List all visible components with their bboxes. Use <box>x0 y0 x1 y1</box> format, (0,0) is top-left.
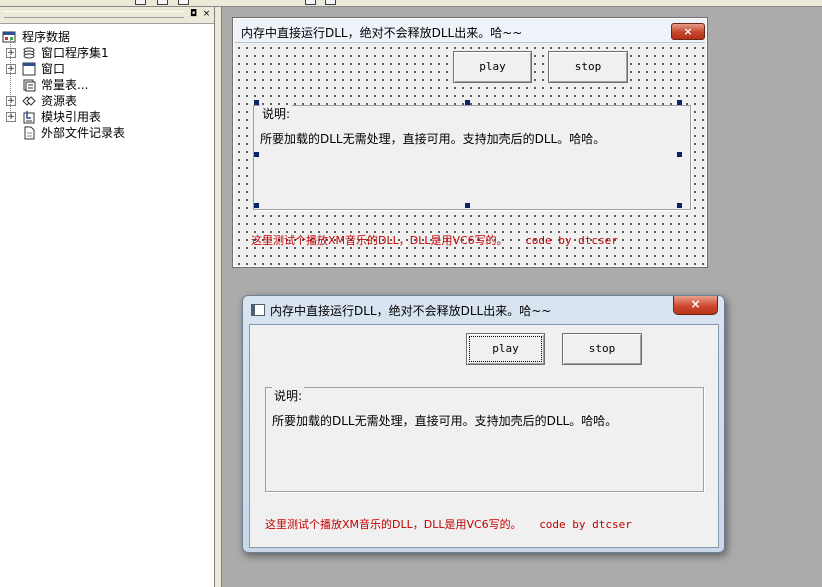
selection-handle[interactable] <box>254 152 259 157</box>
close-icon[interactable]: × <box>673 296 718 315</box>
tree-root-label: 程序数据 <box>22 30 71 44</box>
panel-header: ◘ × <box>0 7 214 24</box>
selection-handle[interactable] <box>465 203 470 208</box>
stop-button[interactable]: stop <box>548 51 628 83</box>
pin-icon[interactable]: ◘ <box>188 9 199 20</box>
description-group[interactable]: 说明: 所要加载的DLL无需处理，直接可用。支持加壳后的DLL。哈哈。 <box>253 105 691 210</box>
tree-item-external-files[interactable]: 外部文件记录表 <box>0 125 212 141</box>
resources-icon <box>22 96 36 106</box>
toolbar-button[interactable] <box>157 0 168 5</box>
tree-item-label: 资源表 <box>41 94 78 108</box>
selection-handle[interactable] <box>254 100 259 105</box>
selection-handle[interactable] <box>677 203 682 208</box>
credit-text: code by dtcser <box>525 234 618 247</box>
tree-item-label: 模块引用表 <box>41 110 102 124</box>
description-text: 所要加载的DLL无需处理，直接可用。支持加壳后的DLL。哈哈。 <box>272 414 618 428</box>
program-data-icon <box>2 31 16 43</box>
play-button[interactable]: play <box>466 333 545 365</box>
app-title: 内存中直接运行DLL，绝对不会释放DLL出来。哈~~ <box>270 304 552 318</box>
tree-item-assembly[interactable]: + 窗口程序集1 <box>0 45 212 61</box>
tree-connector-line <box>10 37 12 117</box>
panel-grip[interactable] <box>4 11 184 18</box>
note-text: 这里测试个播放XM音乐的DLL，DLL是用VC6写的。 <box>251 234 508 247</box>
tree-item-window[interactable]: + 窗口 <box>0 61 212 77</box>
design-close-icon: × <box>671 23 705 40</box>
tree-item-resources[interactable]: + 资源表 <box>0 93 212 109</box>
description-group: 说明: 所要加载的DLL无需处理，直接可用。支持加壳后的DLL。哈哈。 <box>265 387 704 492</box>
group-label: 说明: <box>272 387 305 404</box>
app-icon <box>251 304 265 316</box>
description-text: 所要加载的DLL无需处理，直接可用。支持加壳后的DLL。哈哈。 <box>260 132 606 146</box>
tree-root[interactable]: 程序数据 <box>0 29 212 45</box>
play-button[interactable]: play <box>453 51 532 83</box>
selection-handle[interactable] <box>677 152 682 157</box>
module-icon <box>23 111 35 124</box>
project-tree: 程序数据 + 窗口程序集1 + 窗口 常量表... + 资源表 + 模块引用表 … <box>0 29 212 141</box>
toolbar-strip <box>0 0 822 7</box>
toolbar-button[interactable] <box>305 0 316 5</box>
design-form-titlebar: 内存中直接运行DLL，绝对不会释放DLL出来。哈~~ × <box>235 20 705 43</box>
note-line: 这里测试个播放XM音乐的DLL，DLL是用VC6写的。 code by dtcs… <box>265 516 632 532</box>
toolbar-button[interactable] <box>178 0 189 5</box>
group-label: 说明: <box>260 105 293 122</box>
tree-item-modules[interactable]: + 模块引用表 <box>0 109 212 125</box>
tree-item-label: 窗口程序集1 <box>41 46 109 60</box>
app-titlebar[interactable]: 内存中直接运行DLL，绝对不会释放DLL出来。哈~~ × <box>243 296 724 322</box>
panel-splitter[interactable] <box>215 7 222 587</box>
note-text: 这里测试个播放XM音乐的DLL，DLL是用VC6写的。 <box>265 518 522 531</box>
credit-text: code by dtcser <box>539 518 632 531</box>
window-icon <box>22 62 36 76</box>
app-client-area: play stop 说明: 所要加载的DLL无需处理，直接可用。支持加壳后的DL… <box>249 324 719 548</box>
file-icon <box>24 126 35 140</box>
tree-item-label: 常量表... <box>41 78 89 92</box>
constants-icon <box>23 79 36 92</box>
project-tree-panel: ◘ × 程序数据 + 窗口程序集1 + 窗口 常量表... + 资源表 + 模块… <box>0 7 215 587</box>
assembly-icon <box>23 47 35 59</box>
tree-item-label: 窗口 <box>41 62 66 76</box>
selection-handle[interactable] <box>465 100 470 105</box>
note-line: 这里测试个播放XM音乐的DLL，DLL是用VC6写的。 code by dtcs… <box>251 232 618 248</box>
app-window: 内存中直接运行DLL，绝对不会释放DLL出来。哈~~ × play stop 说… <box>242 295 725 553</box>
design-form[interactable]: 内存中直接运行DLL，绝对不会释放DLL出来。哈~~ × play stop 说… <box>232 17 708 268</box>
design-form-title: 内存中直接运行DLL，绝对不会释放DLL出来。哈~~ <box>241 26 523 40</box>
toolbar-button[interactable] <box>135 0 146 5</box>
stop-button[interactable]: stop <box>562 333 642 365</box>
panel-close-icon[interactable]: × <box>201 9 212 20</box>
tree-item-label: 外部文件记录表 <box>41 126 126 140</box>
selection-handle[interactable] <box>677 100 682 105</box>
selection-handle[interactable] <box>254 203 259 208</box>
tree-item-constants[interactable]: 常量表... <box>0 77 212 93</box>
toolbar-button[interactable] <box>325 0 336 5</box>
